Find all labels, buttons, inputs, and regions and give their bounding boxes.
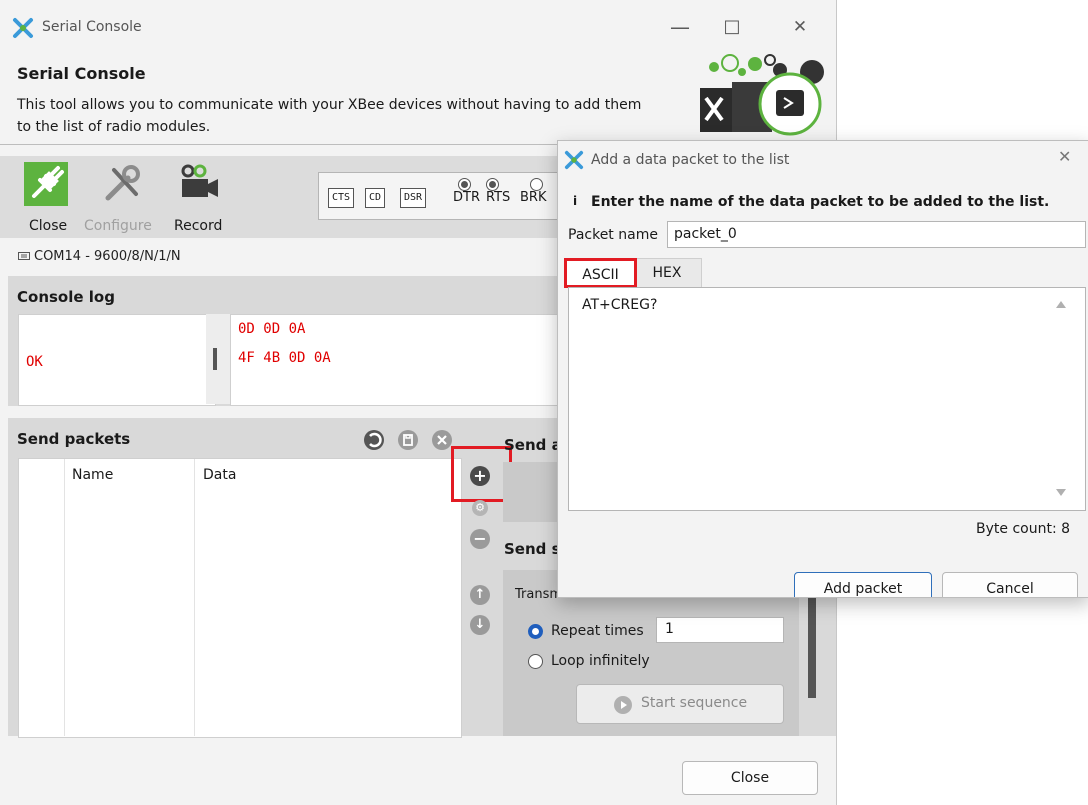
dsr-indicator: DSR <box>400 188 427 208</box>
packet-name-label: Packet name <box>568 227 658 243</box>
sequence-icon[interactable] <box>364 430 384 450</box>
save-icon[interactable] <box>398 430 418 450</box>
brk-label: BRK <box>520 190 547 205</box>
hex-log-line: 4F 4B 0D 0A <box>238 350 331 366</box>
info-icon: i <box>573 194 578 208</box>
tools-icon[interactable] <box>100 162 144 206</box>
clear-icon[interactable] <box>432 430 452 450</box>
repeat-times-input[interactable]: 1 <box>656 617 784 643</box>
column-divider <box>194 459 195 736</box>
console-logo-icon <box>700 54 824 136</box>
port-settings: COM14 - 9600/8/N/1/N <box>34 249 181 264</box>
window-title: Serial Console <box>42 19 142 35</box>
send-single-panel <box>503 462 563 522</box>
window-close-button[interactable]: ✕ <box>780 12 820 42</box>
header-description: This tool allows you to communicate with… <box>17 97 642 135</box>
camera-icon[interactable] <box>178 162 222 206</box>
maximize-button[interactable]: □ <box>712 12 752 42</box>
footer-close-button[interactable]: Close <box>682 761 818 795</box>
send-single-title: Send a <box>504 436 562 454</box>
send-packets-title: Send packets <box>17 430 131 448</box>
ascii-log-panel <box>18 314 216 406</box>
add-packet-button[interactable]: Add packet <box>794 572 932 597</box>
repeat-label[interactable]: Repeat times <box>551 623 644 639</box>
packet-name-input[interactable]: packet_0 <box>667 221 1086 248</box>
add-icon[interactable]: + <box>470 466 490 486</box>
cancel-button[interactable]: Cancel <box>942 572 1078 597</box>
start-sequence-button[interactable]: Start sequence <box>576 684 784 724</box>
console-log-title: Console log <box>17 288 115 306</box>
settings-icon[interactable]: ⚙ <box>472 500 488 516</box>
hex-log-line: 0D 0D 0A <box>238 321 306 337</box>
header-title: Serial Console <box>17 64 146 83</box>
serial-port-icon <box>18 250 30 265</box>
add-packet-dialog: Add a data packet to the list ✕ i Enter … <box>557 140 1088 598</box>
byte-count: Byte count: 8 <box>976 521 1071 537</box>
remove-icon[interactable]: − <box>470 529 490 549</box>
repeat-radio[interactable] <box>528 624 543 639</box>
dtr-label: DTR <box>453 190 480 205</box>
column-header-data[interactable]: Data <box>203 467 236 483</box>
rts-label: RTS <box>486 190 511 205</box>
transmit-label: Transm <box>515 587 563 602</box>
tab-hex[interactable]: HEX <box>632 258 702 288</box>
loop-label[interactable]: Loop infinitely <box>551 653 650 669</box>
packet-data-textarea[interactable] <box>568 287 1086 511</box>
dialog-close-button[interactable]: ✕ <box>1058 147 1071 166</box>
configure-button[interactable]: Configure <box>84 218 152 234</box>
close-connection-button[interactable]: Close <box>29 218 67 234</box>
connect-plug-icon[interactable] <box>24 162 68 206</box>
sequence-scrollbar[interactable] <box>808 596 816 698</box>
play-icon <box>614 696 632 714</box>
column-divider <box>64 459 65 736</box>
column-header-name[interactable]: Name <box>72 467 113 483</box>
ascii-log-line: OK <box>26 354 43 370</box>
arrow-up-icon[interactable]: ↑ <box>470 585 490 605</box>
log-scroll-thumb[interactable] <box>213 348 217 370</box>
send-sequence-title: Send s <box>504 540 561 558</box>
minimize-button[interactable]: — <box>660 12 700 42</box>
arrow-down-icon[interactable]: ↓ <box>470 615 490 635</box>
scroll-down-arrow[interactable] <box>1056 489 1066 496</box>
start-sequence-label: Start sequence <box>641 695 748 711</box>
cts-indicator: CTS <box>328 188 355 208</box>
loop-radio[interactable] <box>528 654 543 669</box>
packets-table <box>18 458 462 738</box>
log-scrollbar[interactable] <box>206 314 230 404</box>
record-button[interactable]: Record <box>174 218 222 234</box>
app-icon <box>564 150 584 170</box>
dialog-instruction: Enter the name of the data packet to be … <box>591 194 1050 210</box>
cd-indicator: CD <box>365 188 386 208</box>
app-icon <box>13 18 33 38</box>
packet-data-text: AT+CREG? <box>582 297 658 313</box>
dialog-title: Add a data packet to the list <box>591 152 790 168</box>
tab-ascii[interactable]: ASCII <box>564 258 637 288</box>
scroll-up-arrow[interactable] <box>1056 301 1066 308</box>
